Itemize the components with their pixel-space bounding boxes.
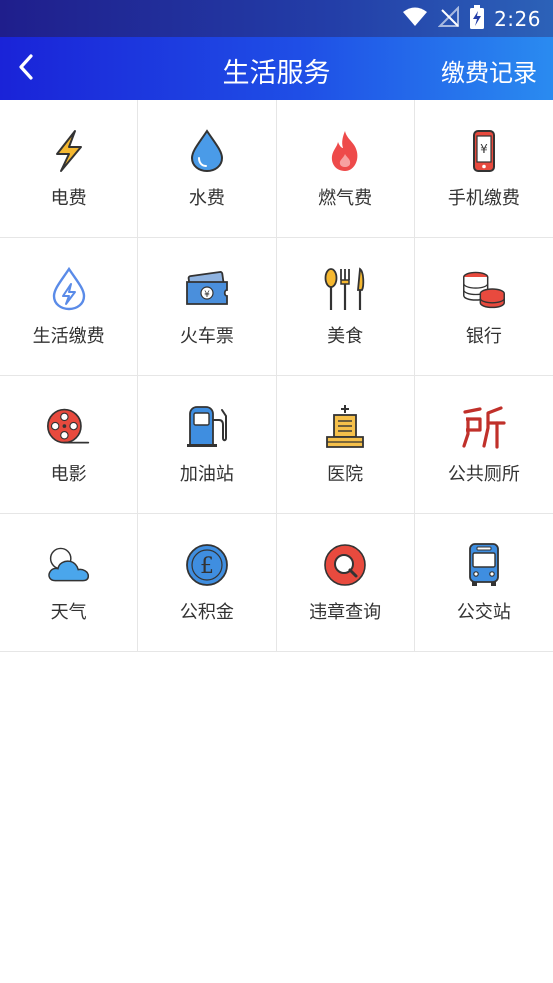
drop-lightning-icon xyxy=(46,266,92,312)
service-label: 公积金 xyxy=(179,602,234,623)
flame-icon xyxy=(322,128,368,174)
service-bus-station[interactable]: 公交站 xyxy=(414,514,553,652)
service-food[interactable]: 美食 xyxy=(276,238,415,376)
coins-icon xyxy=(461,266,507,312)
service-label: 火车票 xyxy=(179,326,234,347)
phone-yuan-icon: ¥ xyxy=(461,128,507,174)
no-signal-icon xyxy=(437,5,460,32)
fuel-pump-icon xyxy=(184,404,230,450)
service-housing-fund[interactable]: £ 公积金 xyxy=(138,514,277,652)
service-label: 生活缴费 xyxy=(32,326,105,347)
train-ticket-icon: ¥ xyxy=(184,266,230,312)
service-label: 公交站 xyxy=(456,602,511,623)
service-public-toilet[interactable]: 公共厕所 xyxy=(414,376,553,514)
service-movie[interactable]: 电影 xyxy=(0,376,139,514)
service-living-payment[interactable]: 生活缴费 xyxy=(0,238,139,376)
film-reel-icon xyxy=(46,404,92,450)
service-label: 电费 xyxy=(50,188,87,209)
service-water[interactable]: 水费 xyxy=(138,100,277,238)
navbar: 生活服务 缴费记录 xyxy=(0,37,553,100)
service-violation-query[interactable]: 违章查询 xyxy=(276,514,415,652)
service-label: 医院 xyxy=(327,464,364,485)
cutlery-icon xyxy=(322,266,368,312)
service-gas[interactable]: 燃气费 xyxy=(276,100,415,238)
app-header: 2:26 生活服务 缴费记录 xyxy=(0,0,553,100)
service-weather[interactable]: 天气 xyxy=(0,514,139,652)
service-train-ticket[interactable]: ¥ 火车票 xyxy=(138,238,277,376)
water-drop-icon xyxy=(184,128,230,174)
wifi-icon xyxy=(402,7,428,31)
status-icons: 2:26 xyxy=(402,5,541,33)
services-grid: 电费 水费 燃气费 ¥ 手机缴费 生活缴费 ¥ 火车票 美食 银行 电影 加油站… xyxy=(0,100,553,652)
service-label: 公共厕所 xyxy=(447,464,520,485)
service-electricity[interactable]: 电费 xyxy=(0,100,139,238)
service-label: 天气 xyxy=(50,602,87,623)
svg-text:¥: ¥ xyxy=(204,290,210,300)
battery-charging-icon xyxy=(470,5,485,33)
service-label: 电影 xyxy=(50,464,87,485)
lightning-icon xyxy=(46,128,92,174)
toilet-character-icon xyxy=(461,404,507,450)
service-bank[interactable]: 银行 xyxy=(414,238,553,376)
hospital-icon xyxy=(322,404,368,450)
service-label: 手机缴费 xyxy=(447,188,520,209)
service-label: 燃气费 xyxy=(318,188,373,209)
service-phone-bill[interactable]: ¥ 手机缴费 xyxy=(414,100,553,238)
service-label: 加油站 xyxy=(179,464,234,485)
service-label: 违章查询 xyxy=(309,602,382,623)
payment-records-link[interactable]: 缴费记录 xyxy=(441,53,537,88)
status-time: 2:26 xyxy=(494,7,541,31)
svg-text:£: £ xyxy=(200,554,214,579)
service-label: 银行 xyxy=(465,326,502,347)
search-violation-icon xyxy=(322,542,368,588)
service-label: 美食 xyxy=(327,326,364,347)
weather-cloud-icon xyxy=(46,542,92,588)
svg-text:¥: ¥ xyxy=(480,142,488,156)
service-gas-station[interactable]: 加油站 xyxy=(138,376,277,514)
pound-coin-icon: £ xyxy=(184,542,230,588)
service-hospital[interactable]: 医院 xyxy=(276,376,415,514)
bus-icon xyxy=(461,542,507,588)
service-label: 水费 xyxy=(188,188,225,209)
status-bar: 2:26 xyxy=(0,0,553,37)
